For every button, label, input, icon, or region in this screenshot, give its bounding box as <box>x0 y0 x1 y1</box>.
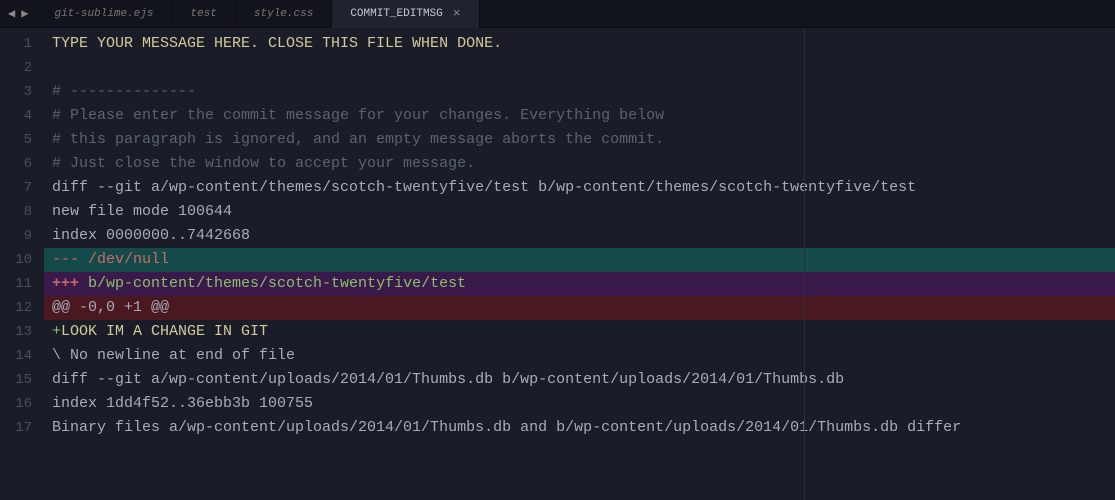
code-line[interactable]: --- /dev/null <box>44 248 1115 272</box>
code-line[interactable] <box>44 56 1115 80</box>
code-line[interactable]: # Please enter the commit message for yo… <box>44 104 1115 128</box>
code-token: # -------------- <box>52 83 196 100</box>
line-number: 15 <box>0 368 44 392</box>
code-token: LOOK IM A CHANGE IN GIT <box>61 323 268 340</box>
code-token: diff --git a/wp-content/uploads/2014/01/… <box>52 371 844 388</box>
line-number: 9 <box>0 224 44 248</box>
code-token: TYPE YOUR MESSAGE HERE. CLOSE THIS FILE … <box>52 35 502 52</box>
editor-area[interactable]: 1234567891011121314151617 TYPE YOUR MESS… <box>0 28 1115 500</box>
tab-label: COMMIT_EDITMSG <box>350 8 442 20</box>
close-icon[interactable]: × <box>453 6 461 21</box>
line-number: 4 <box>0 104 44 128</box>
code-token: +++ <box>52 275 88 292</box>
line-number: 11 <box>0 272 44 296</box>
code-line[interactable]: index 0000000..7442668 <box>44 224 1115 248</box>
line-number: 7 <box>0 176 44 200</box>
line-number: 16 <box>0 392 44 416</box>
code-line[interactable]: @@ -0,0 +1 @@ <box>44 296 1115 320</box>
code-line[interactable]: TYPE YOUR MESSAGE HERE. CLOSE THIS FILE … <box>44 32 1115 56</box>
code-line[interactable]: +++ b/wp-content/themes/scotch-twentyfiv… <box>44 272 1115 296</box>
code-token: @@ -0,0 +1 @@ <box>52 299 169 316</box>
code-token: # this paragraph is ignored, and an empt… <box>52 131 664 148</box>
tab-style-css[interactable]: style.css <box>236 0 332 28</box>
code-area[interactable]: TYPE YOUR MESSAGE HERE. CLOSE THIS FILE … <box>44 28 1115 500</box>
tab-test[interactable]: test <box>173 0 236 28</box>
line-number: 17 <box>0 416 44 440</box>
line-number: 13 <box>0 320 44 344</box>
code-token: + <box>52 323 61 340</box>
line-number: 3 <box>0 80 44 104</box>
tab-label: style.css <box>254 8 313 20</box>
code-line[interactable]: # Just close the window to accept your m… <box>44 152 1115 176</box>
code-line[interactable]: # this paragraph is ignored, and an empt… <box>44 128 1115 152</box>
code-token: index 1dd4f52..36ebb3b 100755 <box>52 395 313 412</box>
line-number: 1 <box>0 32 44 56</box>
code-line[interactable]: Binary files a/wp-content/uploads/2014/0… <box>44 416 1115 440</box>
code-token: # Please enter the commit message for yo… <box>52 107 664 124</box>
gutter: 1234567891011121314151617 <box>0 28 44 500</box>
code-token: Binary files a/wp-content/uploads/2014/0… <box>52 419 961 436</box>
line-number: 14 <box>0 344 44 368</box>
line-number: 10 <box>0 248 44 272</box>
code-line[interactable]: index 1dd4f52..36ebb3b 100755 <box>44 392 1115 416</box>
tab-bar: ◀ ▶ git-sublime.ejs test style.css COMMIT_E… <box>0 0 1115 28</box>
tab-commit-editmsg[interactable]: COMMIT_EDITMSG × <box>332 0 479 28</box>
nav-arrows: ◀ ▶ <box>0 6 36 21</box>
tabs-container: git-sublime.ejs test style.css COMMIT_EDITM… <box>36 0 479 28</box>
code-token: index 0000000..7442668 <box>52 227 250 244</box>
code-token: b/wp-content/themes/scotch-twentyfive/te… <box>88 275 466 292</box>
nav-forward-icon[interactable]: ▶ <box>19 6 30 21</box>
tab-git-sublime-ejs[interactable]: git-sublime.ejs <box>36 0 172 28</box>
code-line[interactable]: +LOOK IM A CHANGE IN GIT <box>44 320 1115 344</box>
code-token: --- /dev/null <box>52 251 169 268</box>
line-number: 6 <box>0 152 44 176</box>
code-token: # Just close the window to accept your m… <box>52 155 475 172</box>
code-token: new file mode 100644 <box>52 203 232 220</box>
tab-label: git-sublime.ejs <box>54 8 153 20</box>
line-number: 2 <box>0 56 44 80</box>
nav-back-icon[interactable]: ◀ <box>6 6 17 21</box>
tab-label: test <box>191 8 217 20</box>
line-number: 12 <box>0 296 44 320</box>
line-number: 5 <box>0 128 44 152</box>
code-line[interactable]: \ No newline at end of file <box>44 344 1115 368</box>
code-line[interactable]: diff --git a/wp-content/uploads/2014/01/… <box>44 368 1115 392</box>
code-line[interactable]: new file mode 100644 <box>44 200 1115 224</box>
code-line[interactable]: diff --git a/wp-content/themes/scotch-tw… <box>44 176 1115 200</box>
code-token: \ No newline at end of file <box>52 347 295 364</box>
line-number: 8 <box>0 200 44 224</box>
code-token: diff --git a/wp-content/themes/scotch-tw… <box>52 179 916 196</box>
code-line[interactable]: # -------------- <box>44 80 1115 104</box>
